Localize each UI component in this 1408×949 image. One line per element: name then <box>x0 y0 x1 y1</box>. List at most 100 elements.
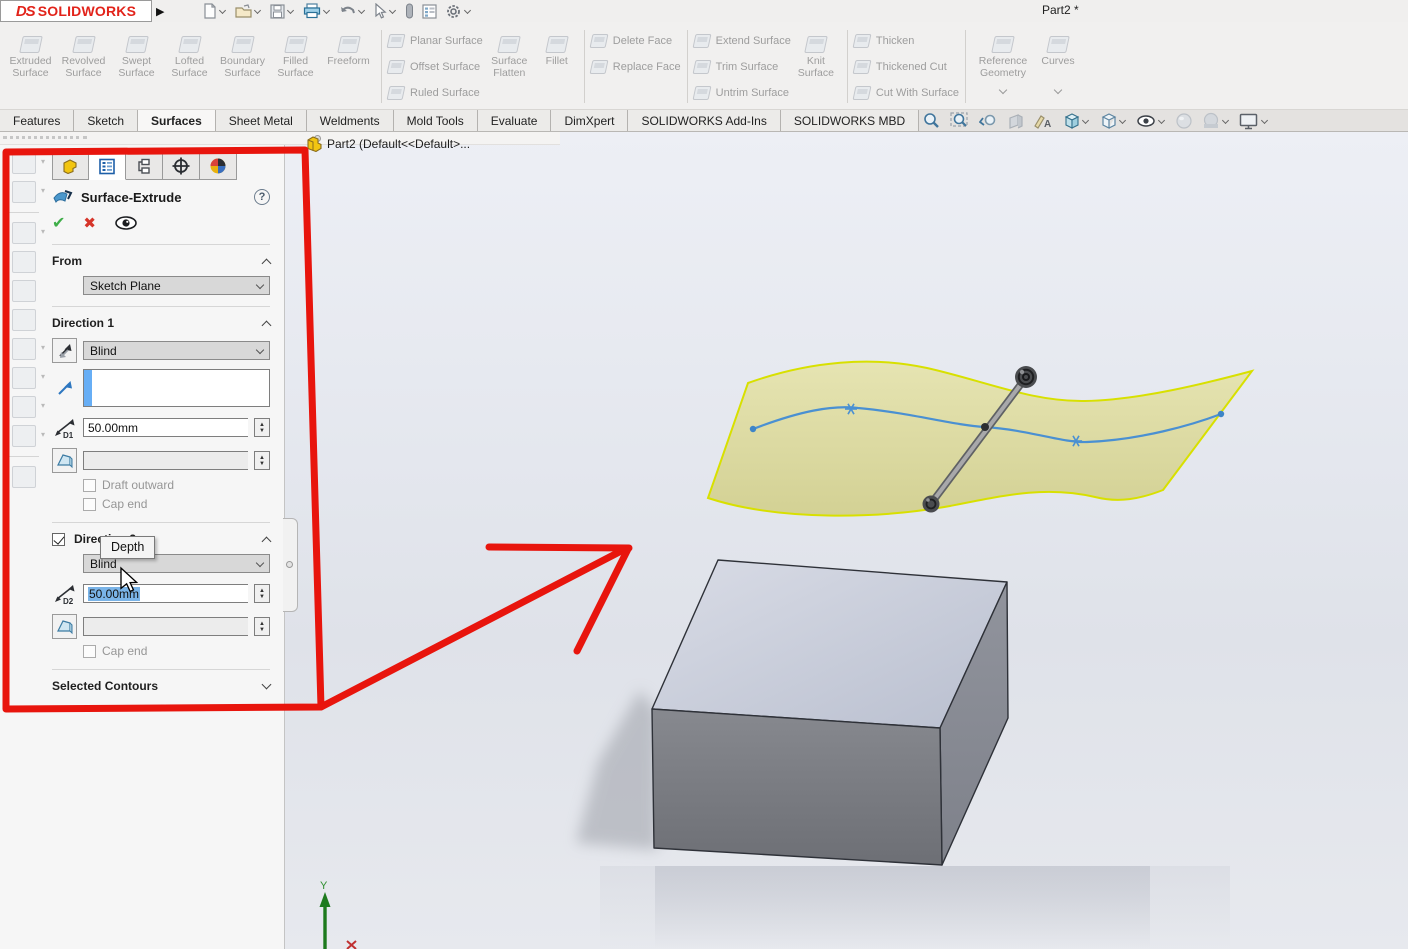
ribbon-large-button[interactable]: Swept Surface <box>110 32 163 79</box>
direction1-section-header[interactable]: Direction 1 <box>52 316 272 330</box>
ribbon-large-button[interactable]: Extruded Surface <box>4 32 57 79</box>
direction2-section-header[interactable]: Direction 2 <box>52 532 272 546</box>
direction1-depth-input[interactable]: 50.00mm <box>83 418 248 437</box>
chevron-down-icon[interactable] <box>1053 85 1063 95</box>
ribbon-small-button[interactable]: Untrim Surface <box>692 82 789 103</box>
manipulator-midpoint[interactable] <box>981 423 989 431</box>
task-list-icon[interactable] <box>420 3 439 20</box>
new-document-icon[interactable] <box>200 2 229 20</box>
flyout-feature-tree[interactable]: Part2 (Default<<Default>... <box>306 135 470 152</box>
edit-appearance-icon[interactable] <box>1175 112 1193 130</box>
spline-endpoint[interactable] <box>1217 410 1225 418</box>
ribbon-tab[interactable]: SOLIDWORKS Add-Ins <box>628 110 781 131</box>
draft-on-off-button[interactable] <box>52 614 77 639</box>
preview-eye-icon[interactable] <box>114 216 138 230</box>
tab-property-manager[interactable] <box>89 152 126 180</box>
direction1-reference-listbox[interactable] <box>83 369 270 407</box>
expand-icon[interactable] <box>261 679 272 690</box>
ribbon-small-button[interactable]: Offset Surface <box>386 56 480 77</box>
tab-dimxpert-manager[interactable] <box>163 152 200 180</box>
ribbon-large-button[interactable]: Filled Surface <box>269 32 322 79</box>
direction1-depth-spinner[interactable]: ▲ ▼ <box>254 418 270 437</box>
ribbon-tab[interactable]: Weldments <box>306 110 394 131</box>
reference-geometry-button[interactable]: Reference Geometry <box>972 32 1034 95</box>
ribbon-large-button[interactable]: Lofted Surface <box>163 32 216 79</box>
section-view-icon[interactable] <box>1007 113 1024 130</box>
direction2-checkbox[interactable] <box>52 532 65 546</box>
thicken-tool-icon <box>852 33 872 48</box>
ribbon-small-button[interactable]: Extend Surface <box>692 30 791 51</box>
extruded-box[interactable] <box>651 559 1009 866</box>
from-section-header[interactable]: From <box>52 254 272 268</box>
box-front-face[interactable] <box>651 708 943 866</box>
ribbon-small-button[interactable]: Replace Face <box>589 56 681 77</box>
view-settings-icon[interactable] <box>1239 113 1269 130</box>
selected-contours-header[interactable]: Selected Contours <box>52 679 272 693</box>
collapse-icon[interactable] <box>261 258 272 268</box>
help-icon[interactable]: ? <box>254 189 270 205</box>
cap-end-checkbox[interactable] <box>83 644 96 658</box>
ribbon-small-button[interactable]: Ruled Surface <box>386 82 480 103</box>
toggle-bar-icon[interactable] <box>403 2 416 20</box>
fillet-button[interactable]: Fillet <box>536 32 578 79</box>
ribbon-small-button[interactable]: Cut With Surface <box>852 82 959 103</box>
flyout-tree-label[interactable]: Part2 (Default<<Default>... <box>327 137 470 151</box>
manipulator-top-handle[interactable] <box>1015 366 1037 388</box>
select-cursor-icon[interactable] <box>372 2 399 20</box>
surface-flatten-button[interactable]: Surface Flatten <box>483 32 536 79</box>
ribbon-tab[interactable]: Features <box>0 110 75 131</box>
ribbon-tab[interactable]: Sheet Metal <box>215 110 307 131</box>
apply-scene-icon[interactable] <box>1202 112 1230 130</box>
ribbon-tab[interactable]: Sketch <box>74 110 139 131</box>
collapse-icon[interactable] <box>261 536 272 546</box>
tree-width-splitter[interactable] <box>0 132 560 145</box>
ribbon-small-button[interactable]: Delete Face <box>589 30 672 51</box>
previous-view-icon[interactable] <box>979 113 998 130</box>
draft-on-off-button[interactable] <box>52 448 77 473</box>
ribbon-large-button[interactable]: Boundary Surface <box>216 32 269 79</box>
ribbon-tab[interactable]: SOLIDWORKS MBD <box>780 110 920 131</box>
save-icon[interactable] <box>268 3 297 20</box>
menu-expand-icon[interactable]: ▶ <box>156 5 164 18</box>
curves-button[interactable]: Curves <box>1034 32 1082 95</box>
ribbon-tab[interactable]: Mold Tools <box>393 110 478 131</box>
graphics-area[interactable]: Y Part2 (Default<<Default>... ▾ ▾ ▾ ▾ ▾ … <box>0 132 1408 949</box>
print-icon[interactable] <box>301 2 333 20</box>
ribbon-tab[interactable]: Evaluate <box>477 110 552 131</box>
ribbon-small-button[interactable]: Trim Surface <box>692 56 778 77</box>
chevron-down-icon[interactable] <box>998 85 1008 95</box>
direction1-end-condition-select[interactable]: Blind <box>83 341 270 360</box>
spline-endpoint[interactable] <box>749 425 757 433</box>
draft-outward-checkbox[interactable] <box>83 478 96 492</box>
tab-display-manager[interactable] <box>200 152 237 180</box>
zoom-to-area-icon[interactable] <box>950 112 970 130</box>
display-style-icon[interactable] <box>1099 112 1127 130</box>
ok-button[interactable]: ✔ <box>52 213 65 233</box>
cancel-button[interactable]: ✖ <box>83 214 96 232</box>
view-orientation-icon[interactable] <box>1061 112 1090 130</box>
manipulator-bottom-handle[interactable] <box>922 495 940 513</box>
direction2-depth-input[interactable]: 50.00mm <box>83 584 248 603</box>
ribbon-small-button[interactable]: Planar Surface <box>386 30 483 51</box>
reverse-direction-button[interactable] <box>52 338 77 363</box>
start-condition-select[interactable]: Sketch Plane <box>83 276 270 295</box>
hide-show-items-icon[interactable] <box>1136 114 1166 128</box>
ribbon-tab[interactable]: Surfaces <box>138 110 216 131</box>
ribbon-large-button[interactable]: Revolved Surface <box>57 32 110 79</box>
ribbon-tab[interactable]: DimXpert <box>551 110 629 131</box>
dynamic-annotation-icon[interactable]: A <box>1033 113 1052 130</box>
tab-feature-manager[interactable] <box>52 152 89 180</box>
cap-end-checkbox[interactable] <box>83 497 96 511</box>
ribbon-small-button[interactable]: Thicken <box>852 30 914 51</box>
ribbon-small-button[interactable]: Thickened Cut <box>852 56 947 77</box>
panel-collapse-handle[interactable] <box>283 518 298 612</box>
open-document-icon[interactable] <box>233 3 264 20</box>
tab-configuration-manager[interactable] <box>126 152 163 180</box>
ribbon-large-button[interactable]: Freeform <box>322 32 375 79</box>
direction2-depth-spinner[interactable]: ▲ ▼ <box>254 584 270 603</box>
options-gear-icon[interactable] <box>443 2 474 21</box>
zoom-to-fit-icon[interactable] <box>922 112 941 130</box>
knit-surface-button[interactable]: Knit Surface <box>791 32 841 79</box>
collapse-icon[interactable] <box>261 320 272 330</box>
undo-icon[interactable] <box>337 3 368 20</box>
